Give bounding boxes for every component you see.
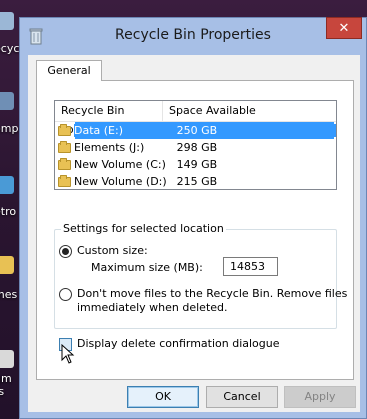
app-desktop-icon[interactable] (0, 176, 14, 194)
settings-group-title: Settings for selected location (61, 222, 226, 235)
tab-general[interactable]: General (36, 60, 102, 81)
folder-desktop-icon[interactable] (0, 256, 14, 274)
cancel-button[interactable]: Cancel (206, 386, 278, 408)
general-tab-panel: Recycle Bin Location Space Available Dat… (36, 80, 354, 380)
recycle-bin-location-list[interactable]: Recycle Bin Location Space Available Dat… (54, 100, 337, 190)
recycle-bin-properties-window: Recycle Bin Properties ✕ General Recycle… (19, 17, 367, 419)
window-title: Recycle Bin Properties (115, 27, 271, 43)
folder-icon (58, 140, 71, 153)
list-item[interactable]: New Volume (D:) 215 GB (55, 173, 336, 190)
folder-icon (58, 157, 71, 170)
dont-move-files-radio[interactable] (59, 288, 72, 301)
shortcut-desktop-icon[interactable] (0, 350, 14, 368)
column-header-space[interactable]: Space Available (163, 101, 335, 121)
computer-desktop-icon[interactable] (0, 92, 14, 110)
dialog-client-area: General Recycle Bin Location Space Avail… (28, 55, 360, 412)
folder-icon (58, 174, 71, 187)
location-name: Elements (J:) (74, 141, 145, 154)
desktop-label: um (0, 372, 12, 385)
location-name: New Volume (D:) (74, 175, 167, 188)
dont-move-files-label-line1[interactable]: Don't move files to the Recycle Bin. Rem… (77, 287, 347, 300)
delete-confirmation-label[interactable]: Display delete confirmation dialogue (77, 337, 280, 350)
space-available: 298 GB (176, 141, 218, 154)
space-available: 250 GB (173, 124, 336, 137)
max-size-label: Maximum size (MB): (91, 261, 203, 274)
space-available: 149 GB (176, 158, 218, 171)
column-header-location[interactable]: Recycle Bin Location (55, 101, 163, 136)
space-available: 215 GB (176, 175, 218, 188)
list-item[interactable]: Elements (J:) 298 GB (55, 139, 336, 156)
max-size-input[interactable]: 14853 (223, 257, 278, 276)
location-name: Data (E:) (74, 124, 174, 137)
recycle-bin-desktop-icon[interactable] (0, 12, 14, 30)
folder-icon (58, 123, 71, 136)
ok-button[interactable]: OK (127, 386, 199, 408)
location-name: New Volume (C:) (74, 158, 166, 171)
dont-move-files-label-line2[interactable]: immediately when deleted. (77, 301, 228, 314)
mouse-cursor-icon (61, 344, 75, 364)
close-icon: ✕ (338, 20, 350, 36)
list-item[interactable]: New Volume (C:) 149 GB (55, 156, 336, 173)
title-bar[interactable]: Recycle Bin Properties ✕ (20, 17, 366, 54)
list-item[interactable]: Data (E:) 250 GB (55, 122, 336, 139)
desktop-label: mes (0, 288, 18, 301)
apply-button[interactable]: Apply (284, 386, 356, 408)
desktop-label: ts (0, 385, 5, 398)
custom-size-radio[interactable] (59, 245, 72, 258)
list-header: Recycle Bin Location Space Available (55, 101, 336, 136)
close-button[interactable]: ✕ (326, 17, 362, 39)
desktop-label: omp (0, 122, 19, 135)
desktop-label: etro (0, 205, 17, 218)
custom-size-label[interactable]: Custom size: (77, 244, 148, 257)
